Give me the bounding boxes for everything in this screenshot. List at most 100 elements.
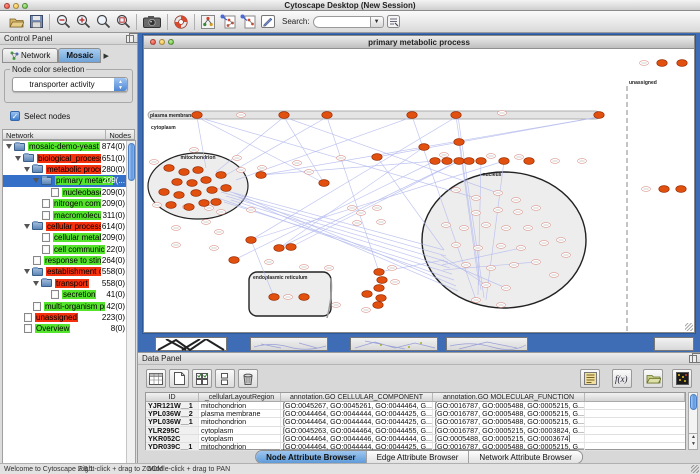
table-cell[interactable]: plasma membrane — [199, 410, 281, 417]
snapshot-icon[interactable] — [140, 13, 164, 31]
table-cell[interactable]: mitochondrion — [199, 402, 281, 409]
graph-node-selected[interactable] — [201, 177, 211, 184]
search-options-icon[interactable] — [384, 13, 404, 31]
expand-arrow-icon[interactable] — [6, 144, 12, 149]
graph-node-selected[interactable] — [454, 158, 464, 165]
tree-row[interactable]: secretion41(0) — [3, 289, 127, 300]
tree-row[interactable]: biological_process651(0) — [3, 152, 127, 163]
import-network-icon[interactable] — [218, 13, 238, 31]
graph-node-selected[interactable] — [677, 60, 687, 67]
graph-node-selected[interactable] — [191, 190, 201, 197]
network-window-title-bar[interactable]: primary metabolic process — [144, 36, 694, 49]
graph-node-selected[interactable] — [216, 172, 226, 179]
tab-network[interactable]: Network — [2, 48, 58, 63]
zoom-fit-icon[interactable] — [113, 13, 133, 31]
table-cell[interactable]: YPL036W__2 — [146, 410, 199, 417]
graph-node-selected[interactable] — [524, 158, 534, 165]
graph-node-selected[interactable] — [322, 112, 332, 119]
graph-node-selected[interactable] — [279, 112, 289, 119]
graph-node-selected[interactable] — [676, 186, 686, 193]
network-canvas[interactable]: plasma membranecytoplasmmitochondrionnuc… — [146, 50, 694, 331]
tab-network-attribute-browser[interactable]: Network Attribute Browser — [469, 451, 581, 463]
graph-node-selected[interactable] — [362, 291, 372, 298]
tab-mosaic[interactable]: Mosaic — [58, 48, 101, 63]
tree-row[interactable]: transport558(0) — [3, 278, 127, 289]
expand-arrow-icon[interactable] — [15, 156, 21, 161]
graph-node-selected[interactable] — [476, 158, 486, 165]
expand-arrow-icon[interactable] — [24, 269, 30, 274]
formula-icon[interactable]: f(x) — [612, 369, 632, 388]
graph-node-selected[interactable] — [419, 144, 429, 151]
graph-node-selected[interactable] — [594, 112, 604, 119]
new-attribute-icon[interactable] — [169, 369, 189, 388]
table-cell[interactable]: mitochondrion — [199, 418, 281, 425]
graph-node-selected[interactable] — [374, 269, 384, 276]
graph-node-selected[interactable] — [184, 204, 194, 211]
graph-node-selected[interactable] — [192, 112, 202, 119]
save-icon[interactable] — [26, 13, 46, 31]
tree-row[interactable]: nucleobase-209(0) — [3, 187, 127, 198]
table-cell[interactable]: YKR052C — [146, 435, 199, 442]
graph-node-selected[interactable] — [659, 186, 669, 193]
expand-arrow-icon[interactable] — [33, 178, 39, 183]
graph-node-selected[interactable] — [499, 158, 509, 165]
table-cell[interactable]: YPL036W__1 — [146, 418, 199, 425]
search-dropdown-arrow[interactable]: ▼ — [371, 16, 384, 28]
graph-node-selected[interactable] — [372, 154, 382, 161]
tree-row[interactable]: establishment of lo558(0) — [3, 266, 127, 277]
data-panel-float-icon[interactable] — [689, 355, 697, 363]
table-cell[interactable]: [GO:0016787, GO:0005215, GO:0003824, G..… — [433, 427, 585, 434]
table-cell[interactable]: [GO:0044464, GO:0044446, GO:0044444, G..… — [281, 435, 433, 442]
tree-row[interactable]: unassigned223(0) — [3, 312, 127, 323]
open-icon[interactable] — [6, 13, 26, 31]
graph-node-selected[interactable] — [319, 180, 329, 187]
graph-node-selected[interactable] — [377, 277, 387, 284]
graph-node-selected[interactable] — [373, 302, 383, 309]
zoom-in-icon[interactable] — [73, 13, 93, 31]
search-input[interactable] — [313, 16, 371, 28]
graph-node-selected[interactable] — [187, 180, 197, 187]
graph-node-selected[interactable] — [199, 200, 209, 207]
attribute-table-icon[interactable] — [146, 369, 166, 388]
table-cell[interactable]: cytoplasm — [199, 435, 281, 442]
graph-node-selected[interactable] — [286, 244, 296, 251]
graph-node-selected[interactable] — [454, 139, 464, 146]
table-scrollbar[interactable]: ▲▼ — [688, 392, 698, 450]
graph-node-selected[interactable] — [229, 257, 239, 264]
expand-arrow-icon[interactable] — [24, 224, 30, 229]
graph-node-selected[interactable] — [442, 158, 452, 165]
graph-node-selected[interactable] — [159, 189, 169, 196]
graph-node-selected[interactable] — [464, 158, 474, 165]
vizmapper-icon[interactable] — [198, 13, 218, 31]
graph-node-selected[interactable] — [269, 294, 279, 301]
tree-row[interactable]: mosaic-demo-yeast874(0) — [3, 141, 127, 152]
graph-node-selected[interactable] — [221, 185, 231, 192]
table-cell[interactable]: [GO:0045267, GO:0045261, GO:0044464, G..… — [281, 402, 433, 409]
window-resize-grip[interactable] — [691, 465, 699, 473]
tree-row[interactable]: cell communicat22(0) — [3, 244, 127, 255]
background-window[interactable] — [155, 337, 227, 351]
graph-node-selected[interactable] — [657, 60, 667, 67]
table-cell[interactable]: cytoplasm — [199, 427, 281, 434]
background-window[interactable] — [654, 337, 694, 351]
column-header[interactable]: annotation.GO CELLULAR_COMPONENT — [281, 393, 433, 401]
graph-node-selected[interactable] — [172, 179, 182, 186]
label-icon[interactable] — [580, 369, 600, 388]
graph-node-selected[interactable] — [274, 245, 284, 252]
expand-arrow-icon[interactable] — [24, 167, 30, 172]
graph-node-selected[interactable] — [246, 237, 256, 244]
graph-node-selected[interactable] — [193, 167, 203, 174]
table-cell[interactable]: YDR039C__1 — [146, 443, 199, 450]
background-window[interactable] — [446, 337, 528, 351]
graph-node-selected[interactable] — [451, 112, 461, 119]
graph-edge[interactable] — [284, 117, 498, 193]
table-cell[interactable]: YJR121W__1 — [146, 402, 199, 409]
tab-overflow-arrow-icon[interactable]: ▶ — [103, 52, 108, 60]
zoom-selected-icon[interactable] — [93, 13, 113, 31]
table-row[interactable]: YLR295Ccytoplasm[GO:0045263, GO:0044464,… — [146, 427, 685, 435]
graph-node-selected[interactable] — [374, 285, 384, 292]
graph-edge[interactable] — [231, 200, 450, 268]
table-row[interactable]: YPL036W__2plasma membrane[GO:0044464, GO… — [146, 410, 685, 418]
tab-node-attribute-browser[interactable]: Node Attribute Browser — [256, 451, 367, 463]
column-header[interactable]: annotation.GO MOLECULAR_FUNCTION — [433, 393, 585, 401]
